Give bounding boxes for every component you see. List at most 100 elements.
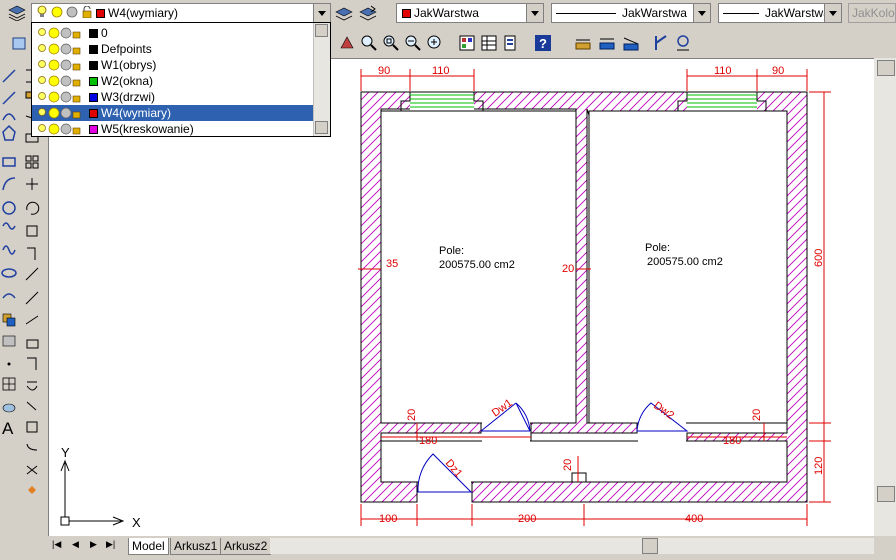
linetype-sample-icon [556, 12, 616, 14]
bulb-icon [37, 5, 47, 21]
layer-item-label: W2(okna) [101, 74, 154, 88]
dim-style-icon[interactable] [620, 32, 642, 54]
chevron-down-icon[interactable] [315, 121, 328, 134]
layer-state-icons [38, 91, 82, 103]
dim-bottom-2: 200 [518, 513, 536, 525]
dim-top-2: 110 [432, 65, 450, 77]
layer-state-icons [38, 59, 82, 71]
layer-state-icons [38, 75, 82, 87]
design-center-icon[interactable] [478, 32, 500, 54]
room-left-area: 200575.00 cm2 [439, 259, 515, 271]
tab-nav-next-icon[interactable]: ▶ [90, 539, 102, 553]
dim-small-left: 20 [406, 409, 418, 421]
help-icon[interactable]: ? [532, 32, 554, 54]
tab-arkusz1[interactable]: Arkusz1 [170, 538, 222, 555]
dim-aligned-icon[interactable] [596, 32, 618, 54]
layer-item-label: Defpoints [101, 42, 152, 56]
vertical-scrollbar[interactable] [874, 58, 896, 536]
plotstyle-combo: JakKolo [848, 3, 896, 23]
tab-model[interactable]: Model [128, 538, 169, 555]
scroll-thumb-top[interactable] [877, 60, 895, 76]
tool-palettes-icon[interactable] [500, 32, 522, 54]
layer-color-swatch [89, 44, 98, 54]
chevron-down-icon[interactable] [824, 4, 841, 22]
hscroll-thumb[interactable] [642, 538, 658, 554]
scroll-thumb-bottom[interactable] [877, 486, 895, 502]
layer-item[interactable]: W5(kreskowanie) [32, 121, 314, 137]
layer-state-icons [38, 107, 82, 119]
layer-combo-value: W4(wymiary) [108, 6, 178, 20]
dim-top-3: 110 [714, 65, 732, 77]
layer-item[interactable]: W2(okna) [32, 73, 314, 89]
properties-icon[interactable] [456, 32, 478, 54]
lineweight-combo-value: JakWarstwa [765, 6, 830, 20]
layer-item[interactable]: W3(drzwi) [32, 89, 314, 105]
lineweight-combo[interactable]: JakWarstwa [718, 3, 842, 23]
layer-item[interactable]: Defpoints [32, 41, 314, 57]
tab-nav-first-icon[interactable]: |◀ [52, 539, 64, 553]
pan-icon[interactable] [336, 32, 358, 54]
layer-combo[interactable]: W4(wymiary) [31, 3, 331, 23]
layer-item[interactable]: 0 [32, 25, 314, 41]
svg-text:?: ? [539, 36, 547, 51]
dim-top-4: 90 [772, 65, 784, 77]
tab-arkusz2[interactable]: Arkusz2 [220, 538, 272, 555]
ucs-x-label: X [132, 515, 141, 530]
room-left-label: Pole: [439, 245, 464, 257]
layer-state-icons [38, 43, 82, 55]
horizontal-scrollbar[interactable] [270, 538, 874, 554]
freeze-icon [66, 6, 78, 21]
ucs-y-label: Y [61, 445, 70, 460]
ucs-icon [60, 459, 125, 526]
zoom-window-icon[interactable] [380, 32, 402, 54]
chevron-down-icon[interactable] [313, 4, 330, 22]
layer-manager-icon[interactable] [6, 2, 28, 24]
layer-color-swatch [89, 76, 98, 86]
color-combo-value: JakWarstwa [414, 6, 479, 20]
plotstyle-combo-value: JakKolo [852, 6, 895, 20]
chevron-up-icon[interactable] [315, 24, 328, 37]
layer-item-label: W4(wymiary) [101, 106, 171, 120]
lineweight-sample-icon [723, 12, 759, 14]
layer-color-swatch [96, 8, 105, 18]
layer-item-label: W3(drzwi) [101, 90, 155, 104]
lock-icon [81, 5, 93, 21]
chevron-down-icon[interactable] [526, 4, 543, 22]
color-combo[interactable]: JakWarstwa [396, 3, 544, 23]
area-icon[interactable] [672, 32, 694, 54]
layer-color-swatch [89, 60, 98, 70]
layer-color-swatch [89, 92, 98, 102]
linetype-combo[interactable]: JakWarstwa [551, 3, 711, 23]
dim-wall-middle: 20 [562, 263, 574, 275]
zoom-extents-icon[interactable] [424, 32, 446, 54]
layout-tabs-bar: |◀ ◀ ▶ ▶| Model Arkusz1 Arkusz2 [0, 536, 896, 560]
dim-right-upper: 600 [813, 249, 825, 267]
layer-item[interactable]: W1(obrys) [32, 57, 314, 73]
dropdown-scrollbar[interactable] [313, 23, 330, 136]
zoom-realtime-icon[interactable] [358, 32, 380, 54]
dim-top-1: 90 [378, 65, 390, 77]
layer-item-label: W1(obrys) [101, 58, 157, 72]
dim-wall-left: 35 [386, 258, 398, 270]
dim-right-lower: 120 [813, 457, 825, 475]
dim-linear-icon[interactable] [572, 32, 594, 54]
layer-color-swatch [89, 108, 98, 118]
color-swatch [402, 8, 411, 18]
tab-nav-last-icon[interactable]: ▶| [106, 539, 120, 553]
make-current-layer-icon[interactable] [333, 2, 355, 24]
zoom-previous-icon[interactable] [402, 32, 424, 54]
layer-previous-icon[interactable] [357, 2, 379, 24]
tab-nav-prev-icon[interactable]: ◀ [72, 539, 84, 553]
layer-dropdown-list[interactable]: 0 Defpoints W1(obrys) W2(okna) W3(drzwi) [31, 22, 331, 137]
new-file-icon[interactable] [8, 32, 30, 54]
room-right-label: Pole: [645, 242, 670, 254]
sun-icon [51, 6, 63, 21]
chevron-down-icon[interactable] [693, 4, 710, 22]
layer-color-swatch [89, 28, 98, 38]
dim-opening-right: 180 [723, 435, 741, 447]
layer-item-label: 0 [101, 26, 108, 40]
layer-item-label: W5(kreskowanie) [101, 122, 194, 136]
layer-item-selected[interactable]: W4(wymiary) [32, 105, 314, 121]
distance-icon[interactable] [650, 32, 672, 54]
dim-bottom-1: 100 [379, 513, 397, 525]
